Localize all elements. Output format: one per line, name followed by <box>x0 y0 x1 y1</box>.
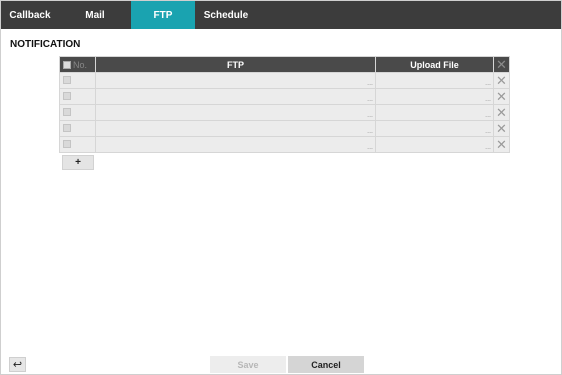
row-checkbox[interactable] <box>63 108 71 116</box>
tab-ftp[interactable]: FTP <box>131 1 195 29</box>
ftp-cell[interactable]: ... <box>95 72 376 89</box>
row-select-cell <box>59 88 96 105</box>
table-row: ... ... ✕ <box>59 72 510 89</box>
upload-file-browse-icon[interactable]: ... <box>485 96 491 103</box>
upload-file-browse-icon[interactable]: ... <box>485 80 491 87</box>
ftp-browse-icon[interactable]: ... <box>367 112 373 119</box>
section-title: NOTIFICATION <box>10 39 81 50</box>
table-row: ... ... ✕ <box>59 120 510 137</box>
table-row: ... ... ✕ <box>59 88 510 105</box>
delete-row-icon[interactable]: ✕ <box>494 89 509 104</box>
row-select-cell <box>59 136 96 153</box>
row-select-cell <box>59 104 96 121</box>
tab-callback[interactable]: Callback <box>1 1 59 29</box>
row-checkbox[interactable] <box>63 92 71 100</box>
table-header-row: No. FTP Upload File ✕ <box>59 56 510 73</box>
row-checkbox[interactable] <box>63 76 71 84</box>
back-button[interactable]: ↩ <box>9 357 26 372</box>
delete-all-icon[interactable]: ✕ <box>494 57 509 72</box>
delete-cell: ✕ <box>493 104 510 121</box>
upload-file-cell[interactable]: ... <box>375 120 494 137</box>
table-row: ... ... ✕ <box>59 136 510 153</box>
upload-file-cell[interactable]: ... <box>375 88 494 105</box>
delete-cell: ✕ <box>493 72 510 89</box>
column-header-ftp: FTP <box>95 56 376 73</box>
upload-file-cell[interactable]: ... <box>375 72 494 89</box>
column-header-upload-file: Upload File <box>375 56 494 73</box>
delete-cell: ✕ <box>493 136 510 153</box>
save-button[interactable]: Save <box>210 356 286 373</box>
tab-bar: Callback Mail FTP Schedule <box>1 1 561 29</box>
column-no-label: No. <box>73 59 88 70</box>
ftp-browse-icon[interactable]: ... <box>367 144 373 151</box>
row-select-cell <box>59 120 96 137</box>
undo-arrow-icon: ↩ <box>12 359 23 371</box>
cancel-button[interactable]: Cancel <box>288 356 364 373</box>
delete-cell: ✕ <box>493 120 510 137</box>
column-header-delete: ✕ <box>493 56 510 73</box>
row-checkbox[interactable] <box>63 124 71 132</box>
upload-file-browse-icon[interactable]: ... <box>485 128 491 135</box>
ftp-table: No. FTP Upload File ✕ ... ... ✕ ... ... … <box>59 56 510 153</box>
upload-file-browse-icon[interactable]: ... <box>485 112 491 119</box>
column-header-no: No. <box>59 56 96 73</box>
upload-file-browse-icon[interactable]: ... <box>485 144 491 151</box>
tab-schedule[interactable]: Schedule <box>195 1 257 29</box>
select-all-checkbox[interactable] <box>63 60 71 69</box>
ftp-browse-icon[interactable]: ... <box>367 80 373 87</box>
ftp-browse-icon[interactable]: ... <box>367 96 373 103</box>
ftp-cell[interactable]: ... <box>95 136 376 153</box>
upload-file-cell[interactable]: ... <box>375 136 494 153</box>
delete-cell: ✕ <box>493 88 510 105</box>
delete-row-icon[interactable]: ✕ <box>494 105 509 120</box>
delete-row-icon[interactable]: ✕ <box>494 137 509 152</box>
row-checkbox[interactable] <box>63 140 71 148</box>
delete-row-icon[interactable]: ✕ <box>494 73 509 88</box>
tab-mail[interactable]: Mail <box>59 1 131 29</box>
table-row: ... ... ✕ <box>59 104 510 121</box>
row-select-cell <box>59 72 96 89</box>
delete-row-icon[interactable]: ✕ <box>494 121 509 136</box>
ftp-cell[interactable]: ... <box>95 88 376 105</box>
ftp-cell[interactable]: ... <box>95 104 376 121</box>
add-row-button[interactable]: + <box>62 155 94 170</box>
ftp-browse-icon[interactable]: ... <box>367 128 373 135</box>
upload-file-cell[interactable]: ... <box>375 104 494 121</box>
ftp-cell[interactable]: ... <box>95 120 376 137</box>
